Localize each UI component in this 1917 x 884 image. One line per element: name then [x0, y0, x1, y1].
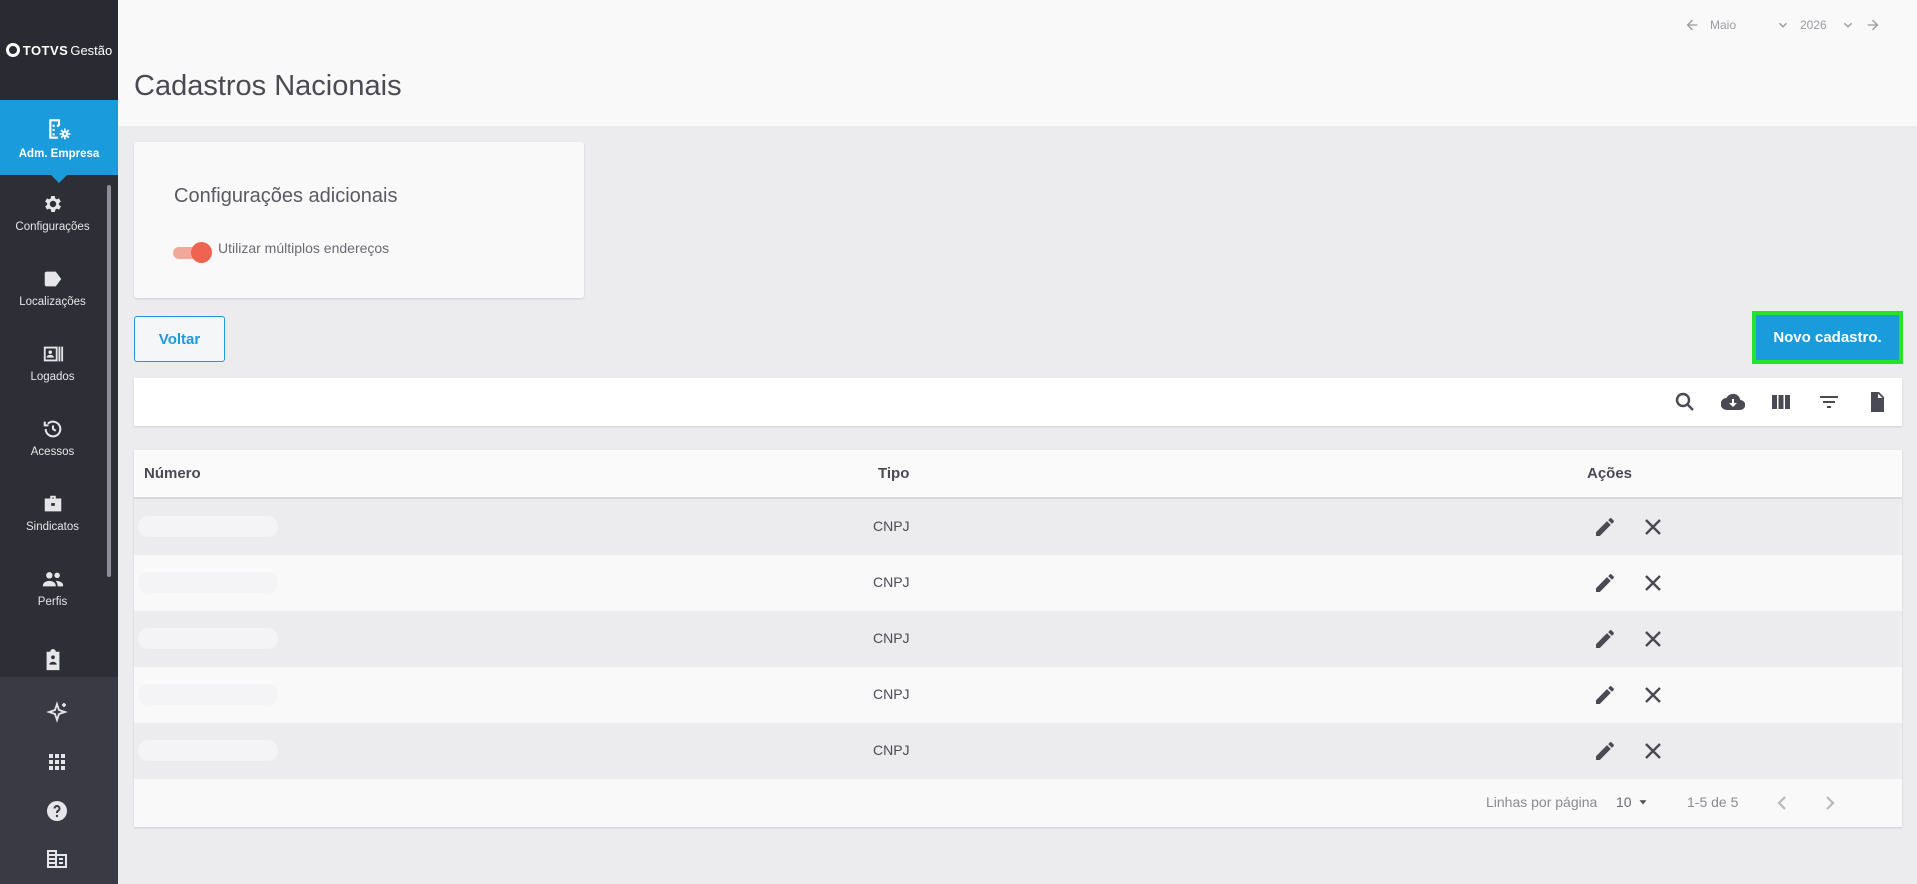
history-icon: [43, 420, 61, 437]
sidebar-bottom: [0, 677, 118, 884]
table-row[interactable]: CNPJ: [134, 611, 1902, 667]
close-icon[interactable]: [1641, 515, 1665, 539]
table-header: Número Tipo Ações: [134, 450, 1902, 499]
toggle-thumb: [191, 242, 212, 263]
edit-icon[interactable]: [1593, 627, 1617, 651]
chevron-right-icon[interactable]: [1818, 791, 1842, 815]
sidebar-item-logados[interactable]: Logados: [0, 325, 105, 400]
numero-cell: [138, 572, 278, 593]
search-icon[interactable]: [1673, 390, 1697, 414]
column-header-acoes: Ações: [1587, 465, 1633, 482]
table-row[interactable]: CNPJ: [134, 723, 1902, 779]
column-header-numero[interactable]: Número: [144, 465, 201, 482]
sidebar-item-localizacoes[interactable]: Localizações: [0, 250, 105, 325]
apps-grid-icon[interactable]: [45, 750, 69, 774]
sparkle-icon[interactable]: [45, 701, 69, 725]
chevron-down-icon: [1778, 22, 1788, 28]
table-row[interactable]: CNPJ: [134, 555, 1902, 611]
sidebar-item-label: Adm. Empresa: [18, 147, 100, 160]
records-table: Número Tipo Ações CNPJ CNPJ CNPJ CNPJ CN…: [134, 450, 1902, 827]
brand-name: TOTVS: [22, 42, 69, 58]
multiple-addresses-toggle[interactable]: [173, 242, 212, 263]
sidebar-item-adm-empresa[interactable]: Adm. Empresa: [0, 100, 118, 183]
config-card: Configurações adicionais Utilizar múltip…: [134, 142, 584, 298]
month-value: Maio: [1710, 18, 1737, 32]
clipboard-icon: [46, 648, 59, 670]
brand-product: Gestão: [70, 42, 113, 58]
numero-cell: [138, 740, 278, 761]
tipo-cell: CNPJ: [873, 686, 910, 702]
edit-icon[interactable]: [1593, 571, 1617, 595]
numero-cell: [138, 628, 278, 649]
badge-list-icon: [43, 346, 63, 361]
page-range: 1-5 de 5: [1687, 794, 1739, 810]
toggle-label: Utilizar múltiplos endereços: [218, 240, 390, 256]
document-icon[interactable]: [1865, 390, 1889, 414]
tipo-cell: CNPJ: [873, 630, 910, 646]
close-icon[interactable]: [1641, 627, 1665, 651]
tipo-cell: CNPJ: [873, 518, 910, 534]
caret-down-icon: [1639, 800, 1647, 805]
sidebar-item-label: Localizações: [19, 295, 86, 308]
cloud-download-icon[interactable]: [1721, 390, 1745, 414]
table-toolbar: [134, 378, 1902, 426]
sidebar: TOTVS Gestão Adm. Empresa Configurações …: [0, 0, 118, 884]
edit-icon[interactable]: [1593, 515, 1617, 539]
brand-logo[interactable]: TOTVS Gestão: [0, 0, 118, 100]
period-selector: Maio 2026: [1684, 17, 1881, 33]
building-gear-icon: [49, 118, 71, 139]
arrow-left-icon[interactable]: [1684, 17, 1700, 33]
sidebar-item-label: Configurações: [15, 220, 90, 233]
people-icon: [42, 571, 63, 586]
sidebar-item-label: Logados: [30, 370, 75, 383]
month-select[interactable]: Maio: [1710, 18, 1790, 32]
sidebar-scrollbar[interactable]: [107, 185, 111, 577]
edit-icon[interactable]: [1593, 683, 1617, 707]
chevron-left-icon[interactable]: [1770, 791, 1794, 815]
close-icon[interactable]: [1641, 739, 1665, 763]
rows-per-page-select[interactable]: 10: [1616, 794, 1650, 810]
back-button[interactable]: Voltar: [134, 316, 225, 362]
rows-per-page-label: Linhas por página: [1486, 794, 1598, 810]
chevron-down-icon: [1843, 22, 1853, 28]
gear-icon: [44, 195, 61, 212]
arrow-right-icon[interactable]: [1865, 17, 1881, 33]
totvs-logo-icon: [5, 43, 20, 57]
sidebar-item-sindicatos[interactable]: Sindicatos: [0, 475, 105, 550]
table-row[interactable]: CNPJ: [134, 499, 1902, 555]
sidebar-item-label: Acessos: [30, 445, 75, 458]
sidebar-item-configuracoes[interactable]: Configurações: [0, 175, 105, 250]
close-icon[interactable]: [1641, 571, 1665, 595]
edit-icon[interactable]: [1593, 739, 1617, 763]
help-icon[interactable]: [45, 799, 69, 823]
column-header-tipo[interactable]: Tipo: [878, 465, 909, 482]
sidebar-item-acessos[interactable]: Acessos: [0, 400, 105, 475]
company-icon[interactable]: [45, 847, 69, 871]
year-select[interactable]: 2026: [1800, 18, 1855, 32]
rows-per-page-value: 10: [1616, 794, 1632, 810]
sidebar-item-perfis[interactable]: Perfis: [0, 550, 105, 625]
columns-icon[interactable]: [1769, 390, 1793, 414]
sidebar-item-label: Sindicatos: [25, 520, 80, 533]
filter-icon[interactable]: [1817, 390, 1841, 414]
table-pagination: Linhas por página 10 1-5 de 5: [134, 779, 1902, 827]
year-value: 2026: [1800, 18, 1827, 32]
table-row[interactable]: CNPJ: [134, 667, 1902, 723]
close-icon[interactable]: [1641, 683, 1665, 707]
briefcase-icon: [44, 495, 61, 511]
card-title: Configurações adicionais: [174, 185, 398, 207]
numero-cell: [138, 516, 278, 537]
page-title: Cadastros Nacionais: [134, 70, 402, 102]
tipo-cell: CNPJ: [873, 574, 910, 590]
sidebar-item-label: Perfis: [37, 595, 68, 608]
tipo-cell: CNPJ: [873, 742, 910, 758]
tag-icon: [44, 271, 61, 286]
page-header: Cadastros Nacionais Maio 2026: [118, 0, 1917, 126]
numero-cell: [138, 684, 278, 705]
new-record-button[interactable]: Novo cadastro.: [1752, 311, 1903, 364]
